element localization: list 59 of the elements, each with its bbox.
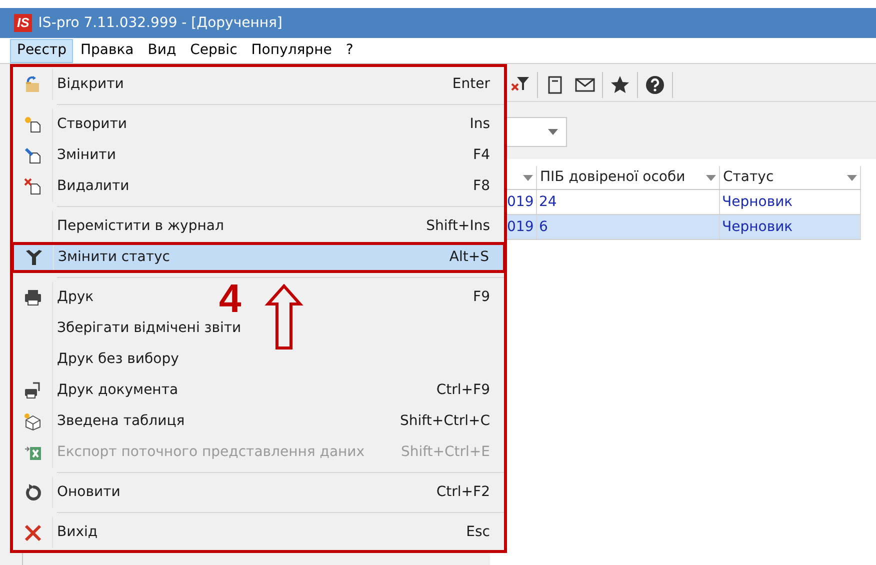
menu-item[interactable]: Змінити статус Alt+S (11, 242, 506, 273)
shortcut-text: Shift+Ins (426, 217, 490, 236)
menu-item[interactable]: Відкрити (57, 74, 124, 95)
delete-page-icon (24, 178, 42, 196)
menu-item[interactable]: Друк документа (57, 380, 178, 401)
funnel-icon (24, 248, 42, 266)
new-page-icon (24, 116, 42, 134)
caret-icon (548, 129, 558, 135)
table-cell: Черновик (720, 190, 861, 214)
table-row[interactable]: 019 24 Черновик (505, 190, 861, 215)
shortcut-text: F9 (473, 288, 490, 307)
menu-item[interactable]: Сервіс (183, 38, 244, 62)
menu-item[interactable]: ? (338, 38, 360, 62)
menu-item[interactable]: Змінити (57, 145, 116, 166)
menu-item[interactable]: Вихід (57, 522, 98, 543)
menu-item[interactable]: Оновити (57, 482, 120, 503)
menu-item[interactable]: Популярне (244, 38, 339, 62)
table-cell: Черновик (720, 215, 861, 239)
menu-item[interactable]: Перемістити в журнал (57, 216, 224, 237)
refresh-icon (24, 484, 42, 502)
window-title: IS-pro 7.11.032.999 - [Доручення] (38, 14, 282, 32)
caret-icon (706, 174, 716, 180)
menu-item[interactable]: Зведена таблиця (57, 411, 185, 432)
menu-item[interactable]: Правка (73, 38, 141, 62)
edit-page-icon (24, 146, 42, 164)
shortcut-text: F8 (473, 177, 490, 196)
star-icon[interactable] (609, 74, 631, 96)
column-header[interactable]: ПІБ довіреної особи (537, 166, 720, 189)
shortcut-text: Ctrl+F9 (436, 381, 490, 400)
menu-item[interactable]: Вид (140, 38, 184, 62)
close-icon (24, 524, 42, 542)
printer-icon (24, 382, 42, 400)
folder-icon (24, 76, 42, 94)
printer-icon (24, 288, 42, 306)
cube-icon (24, 412, 42, 430)
menu-item[interactable]: Друк (57, 287, 94, 308)
caret-icon (523, 174, 533, 180)
help-icon[interactable] (644, 74, 666, 96)
table-cell: 24 (537, 190, 720, 214)
up-arrow-icon (265, 284, 303, 350)
menu-item[interactable]: Зберігати відмічені звіти (57, 318, 242, 339)
shortcut-text: Shift+Ctrl+E (400, 443, 490, 462)
shortcut-text: Enter (452, 75, 490, 94)
shortcut-text: Shift+Ctrl+C (400, 412, 490, 431)
app-logo: IS (14, 14, 32, 32)
menu-item[interactable]: Видалити (57, 176, 130, 197)
menu-item[interactable]: Реєстр (10, 38, 74, 62)
table-row[interactable]: 019 6 Черновик (505, 215, 861, 240)
menu-item[interactable]: Друк без вибору (57, 349, 179, 370)
menu-item[interactable]: Створити (57, 114, 127, 135)
caret-icon (847, 174, 857, 180)
table-cell: 6 (537, 215, 720, 239)
shortcut-text: Ins (470, 115, 490, 134)
shortcut-text: Ctrl+F2 (436, 483, 490, 502)
step-number: 4 (219, 279, 242, 319)
shortcut-text: F4 (473, 146, 490, 165)
shortcut-text: Esc (466, 523, 490, 542)
column-header[interactable]: Статус (720, 166, 861, 189)
spreadsheet-icon (24, 444, 42, 462)
